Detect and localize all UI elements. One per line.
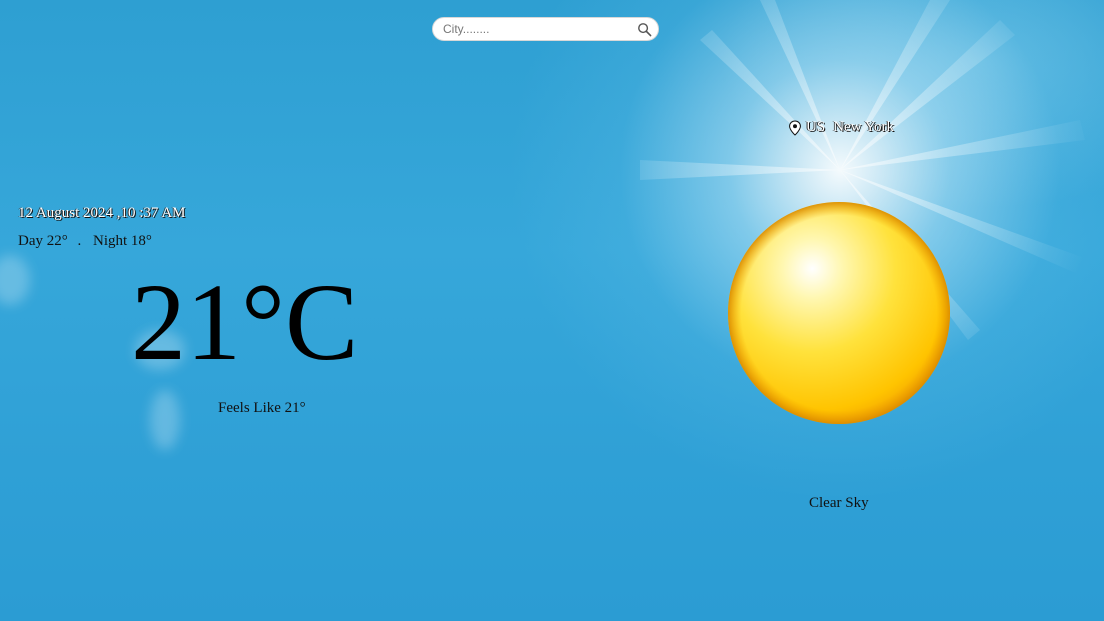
city-search-input[interactable]: [443, 20, 633, 38]
night-label: Night: [93, 233, 128, 249]
search-icon[interactable]: [637, 22, 652, 37]
weather-condition: Clear Sky: [809, 495, 869, 511]
day-label: Day: [18, 233, 43, 249]
day-temp: 22°: [46, 233, 68, 249]
search-bar: [432, 17, 659, 41]
sun-icon: [728, 202, 950, 424]
night-temp: 18°: [130, 233, 152, 249]
location-country: US: [806, 119, 826, 135]
cloud-decoration: [150, 390, 180, 450]
feels-like: Feels Like 21°: [218, 400, 306, 416]
current-temperature: 21°C: [131, 261, 359, 383]
cloud-decoration: [0, 255, 30, 305]
date-time: 12 August 2024 ,10 :37 AM: [18, 205, 186, 221]
map-pin-icon: [789, 119, 801, 136]
location-label: US New York: [788, 119, 894, 136]
day-night-separator: .: [77, 233, 82, 249]
day-night-temps: Day 22° . Night 18°: [18, 233, 152, 250]
location-city: New York: [833, 119, 895, 135]
